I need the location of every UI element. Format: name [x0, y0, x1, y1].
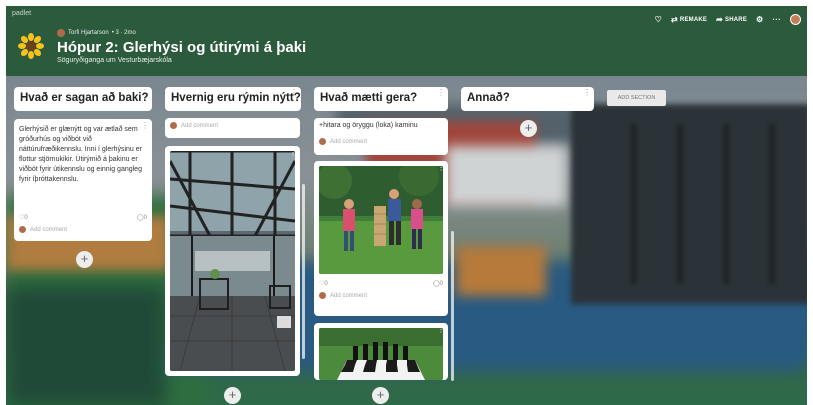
- like-count[interactable]: ♡0: [19, 214, 28, 221]
- kebab-icon[interactable]: ⋮: [583, 88, 591, 97]
- post-footer: ♡0 ◯0 Add comment: [19, 214, 147, 233]
- add-comment[interactable]: Add comment: [319, 292, 443, 299]
- more-icon[interactable]: ···: [772, 15, 781, 24]
- comment-count[interactable]: ◯0: [137, 214, 147, 221]
- kebab-icon[interactable]: ⋮: [141, 88, 149, 97]
- post-card[interactable]: Add comment: [165, 118, 300, 138]
- column-scrollbar[interactable]: [451, 231, 454, 381]
- add-comment-label: Add comment: [181, 122, 219, 129]
- padlet-header: padlet Torfi Hjartarson • 3 · 2mo Hópur …: [6, 6, 807, 76]
- page-title: Hópur 2: Glerhýsi og útirými á þaki: [57, 39, 307, 56]
- add-comment[interactable]: Add comment: [19, 226, 147, 233]
- share-icon: ➦: [716, 14, 724, 24]
- add-comment-label: Add comment: [30, 226, 68, 233]
- sunflower-icon: [18, 33, 44, 59]
- like-count[interactable]: ♡0: [319, 280, 328, 287]
- column-title: Hvernig eru rýmin nýtt?: [171, 92, 301, 104]
- column-title: Hvað mætti gera?: [320, 92, 418, 104]
- column-title: Hvað er sagan að baki?: [20, 92, 149, 104]
- post-card[interactable]: ⋮ Glerhýsið er glænýtt og var ætlað sem …: [14, 119, 152, 241]
- padlet-frame: padlet Torfi Hjartarson • 3 · 2mo Hópur …: [6, 6, 807, 405]
- post-card[interactable]: ⋮ ♡0 ◯0 Add comment: [314, 161, 448, 316]
- author-name[interactable]: Torfi Hjartarson: [68, 30, 109, 36]
- kebab-icon[interactable]: ⋮: [141, 121, 149, 130]
- post-body: Glerhýsið er glænýtt og var ætlað sem gr…: [19, 126, 142, 183]
- greenhouse-photo: [170, 151, 295, 371]
- author-row: Torfi Hjartarson • 3 · 2mo: [57, 29, 136, 37]
- post-card[interactable]: +hitara og öryggu (loka) kaminu Add comm…: [314, 118, 448, 155]
- column-header-2[interactable]: Hvernig eru rýmin nýtt? ⋮: [165, 87, 301, 111]
- remake-button[interactable]: ⇄ REMAKE: [671, 14, 708, 24]
- kebab-icon[interactable]: ⋮: [289, 148, 297, 157]
- jenga-game-photo: [319, 166, 443, 274]
- remake-icon: ⇄: [671, 14, 678, 24]
- kebab-icon[interactable]: ⋮: [437, 163, 445, 172]
- column-header-1[interactable]: Hvað er sagan að baki? ⋮: [14, 87, 152, 111]
- heart-icon[interactable]: ♡: [655, 15, 662, 24]
- post-card[interactable]: ⋮: [165, 146, 300, 376]
- avatar: [319, 292, 326, 299]
- comment-count[interactable]: ◯0: [433, 280, 443, 287]
- padlet-logo[interactable]: padlet: [12, 10, 31, 17]
- column-header-4[interactable]: Annað? ⋮: [461, 87, 594, 111]
- kebab-icon[interactable]: ⋮: [290, 88, 298, 97]
- remake-label: REMAKE: [679, 16, 708, 23]
- author-avatar: [57, 29, 65, 37]
- column-scrollbar[interactable]: [302, 184, 305, 359]
- column-header-3[interactable]: Hvað mætti gera? ⋮: [314, 87, 448, 111]
- post-body: +hitara og öryggu (loka) kaminu: [319, 122, 418, 129]
- plus-icon[interactable]: +: [224, 387, 241, 404]
- kebab-icon[interactable]: ⋮: [437, 325, 445, 334]
- add-section-button[interactable]: ADD SECTION: [607, 90, 666, 106]
- post-footer: ♡0 ◯0 Add comment: [319, 280, 443, 299]
- add-comment-label: Add comment: [330, 292, 368, 299]
- share-label: SHARE: [725, 16, 748, 23]
- avatar: [19, 226, 26, 233]
- add-comment[interactable]: Add comment: [319, 138, 443, 145]
- column-title: Annað?: [467, 92, 510, 104]
- plus-icon[interactable]: +: [520, 120, 537, 137]
- plus-icon[interactable]: +: [372, 387, 389, 404]
- post-card[interactable]: ⋮: [314, 323, 448, 380]
- kebab-icon[interactable]: ⋮: [437, 88, 445, 97]
- avatar: [170, 122, 177, 129]
- post-meta: • 3 · 2mo: [111, 30, 136, 36]
- user-avatar[interactable]: [790, 14, 801, 25]
- page-subtitle: Söguryðiganga um Vesturbæjarskóla: [57, 57, 172, 64]
- plus-icon[interactable]: +: [76, 251, 93, 268]
- add-comment[interactable]: Add comment: [170, 122, 295, 129]
- chess-board-photo: [319, 328, 443, 380]
- share-button[interactable]: ➦ SHARE: [716, 14, 748, 24]
- add-comment-label: Add comment: [330, 138, 368, 145]
- gear-icon[interactable]: ⚙: [756, 15, 763, 24]
- avatar: [319, 138, 326, 145]
- header-actions: ♡ ⇄ REMAKE ➦ SHARE ⚙ ···: [655, 14, 801, 25]
